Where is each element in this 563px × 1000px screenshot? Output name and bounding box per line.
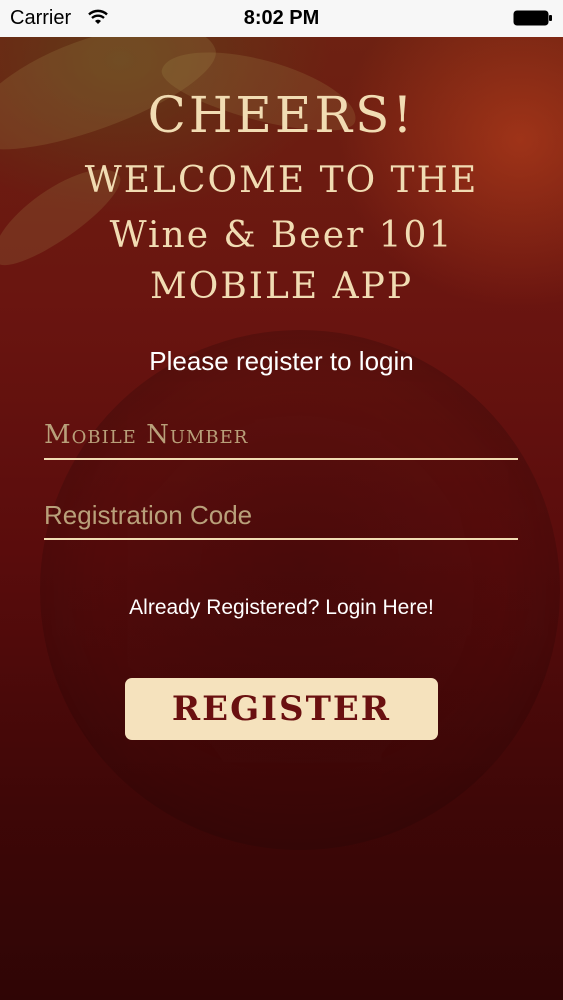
background-wine-glass	[40, 330, 560, 850]
welcome-line-3: Wine & Beer 101	[109, 215, 454, 256]
status-bar: Carrier 8:02 PM	[0, 0, 563, 37]
battery-icon	[513, 10, 552, 26]
welcome-line-4: MOBILE APP	[149, 266, 414, 307]
mobile-number-field[interactable]	[44, 412, 518, 460]
login-link[interactable]: Already Registered? Login Here!	[0, 596, 563, 620]
welcome-title: CHEERS!	[147, 86, 416, 144]
app-screen: Carrier 8:02 PM CHEERS! WELCOME TO THE W…	[0, 0, 563, 1000]
welcome-line-2: WELCOME TO THE	[84, 160, 479, 201]
register-prompt: Please register to login	[149, 346, 414, 376]
registration-code-field[interactable]	[44, 492, 518, 540]
register-button[interactable]: REGISTER	[125, 678, 438, 740]
status-time: 8:02 PM	[243, 7, 320, 29]
